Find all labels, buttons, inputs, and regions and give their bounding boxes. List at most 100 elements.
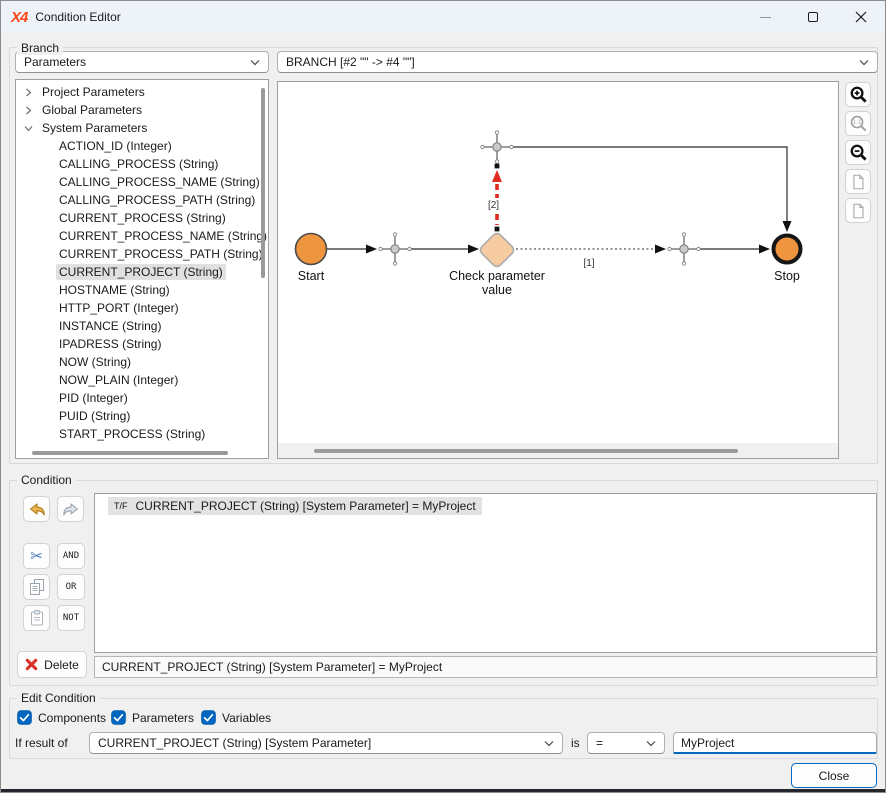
arrowhead-icon [366,245,377,254]
connector-node[interactable] [379,233,411,265]
fit-width-button[interactable] [845,198,871,223]
branch-dropdown[interactable]: BRANCH [#2 "" -> #4 ""] [277,51,878,73]
tree-item-label: START_PROCESS (String) [56,426,208,442]
tree-item[interactable]: NOW (String) [16,353,258,371]
connector-node[interactable] [481,131,513,163]
close-window-button[interactable] [837,1,885,33]
variables-checkbox-label: Variables [222,711,271,725]
scissors-icon: ✂ [30,549,43,564]
zoom-out-icon [849,143,868,162]
tree-item-label: CALLING_PROCESS_NAME (String) [56,174,263,190]
condition-list[interactable]: T/F CURRENT_PROJECT (String) [System Par… [94,493,877,653]
chevron-down-icon [250,59,260,66]
checkbox-checked-icon [111,710,126,725]
condition-item-text: CURRENT_PROJECT (String) [System Paramet… [136,499,476,513]
edge-handle[interactable] [495,227,500,232]
tree-horizontal-scrollbar[interactable] [32,451,228,455]
fit-page-button[interactable] [845,169,871,194]
arrowhead-icon [655,245,666,254]
decision-node[interactable] [478,231,515,268]
tree-item-label: CURRENT_PROCESS (String) [56,210,229,226]
connector-node[interactable] [668,233,700,265]
arrowhead-icon [492,170,502,182]
components-checkbox[interactable]: Components [17,710,106,725]
and-operator-button[interactable]: AND [57,543,85,569]
process-diagram-canvas[interactable]: [1] [2] Start Check parameter value Sto [277,81,839,459]
parameters-checkbox-label: Parameters [132,711,194,725]
delete-button[interactable]: Delete [17,651,87,678]
redo-icon [61,500,81,518]
arrowhead-icon [759,245,770,254]
comparison-value-input[interactable] [673,732,877,754]
tree-item[interactable]: CURRENT_PROCESS_NAME (String) [16,227,258,245]
tree-item[interactable]: CALLING_PROCESS (String) [16,155,258,173]
zoom-in-button[interactable] [845,82,871,107]
tree-item-label: PID (Integer) [56,390,131,406]
maximize-button[interactable] [789,1,837,33]
chevron-down-icon [859,59,869,66]
tree-item[interactable]: HTTP_PORT (Integer) [16,299,258,317]
tree-vertical-scrollbar[interactable] [261,88,265,278]
parameters-checkbox[interactable]: Parameters [111,710,194,725]
not-operator-button[interactable]: NOT [57,605,85,631]
tree-item[interactable]: CALLING_PROCESS_NAME (String) [16,173,258,191]
condition-item-type: T/F [114,501,128,511]
zoom-actual-size-button[interactable]: 1:1 [845,111,871,136]
tree-item[interactable]: Global Parameters [16,101,258,119]
tree-item[interactable]: Project Parameters [16,83,258,101]
tree-item[interactable]: START_PROCESS (String) [16,425,258,443]
tree-item[interactable]: CURRENT_PROCESS_PATH (String) [16,245,258,263]
edge-handle[interactable] [495,164,500,169]
minimize-icon [760,17,771,18]
copy-icon [28,578,46,596]
tree-item-label: NOW (String) [56,354,134,370]
tree-item[interactable]: CALLING_PROCESS_PATH (String) [16,191,258,209]
edge-merge-to-stop[interactable] [513,147,787,221]
tree-item-label: CURRENT_PROCESS_PATH (String) [56,246,266,262]
start-node[interactable] [296,234,327,265]
condition-parameter-value: CURRENT_PROJECT (String) [System Paramet… [98,736,538,750]
arrowhead-icon [468,245,479,254]
tree-item[interactable]: CURRENT_PROJECT (String) [16,263,258,281]
chevron-right-icon [24,88,33,97]
copy-button[interactable] [23,574,50,600]
tree-item[interactable]: NOW_PLAIN (Integer) [16,371,258,389]
tree-item[interactable]: PUID (String) [16,407,258,425]
start-node-label: Start [277,269,366,283]
tree-item[interactable]: ACTION_ID (Integer) [16,137,258,155]
tree-item[interactable]: PID (Integer) [16,389,258,407]
tree-item[interactable]: CURRENT_PROCESS (String) [16,209,258,227]
cut-button[interactable]: ✂ [23,543,50,569]
close-button[interactable]: Close [791,763,877,788]
decision-node-label: Check parameter value [442,269,552,297]
zoom-out-button[interactable] [845,140,871,165]
stop-node-label: Stop [732,269,839,283]
fit-page-icon [849,173,867,191]
if-result-of-label: If result of [15,736,68,750]
variables-checkbox[interactable]: Variables [201,710,271,725]
zoom-actual-size-icon: 1:1 [849,114,868,133]
paste-button[interactable] [23,605,50,631]
stop-node[interactable] [774,236,801,263]
condition-list-item[interactable]: T/F CURRENT_PROJECT (String) [System Par… [108,497,482,515]
condition-group-label: Condition [17,473,76,487]
tree-item[interactable]: HOSTNAME (String) [16,281,258,299]
comparison-operator-dropdown[interactable]: = [587,732,665,754]
tree-item-label: System Parameters [39,120,150,136]
tree-item-label: Global Parameters [39,102,145,118]
condition-editor-dialog: X4 Condition Editor Branch Parameters BR… [0,0,886,793]
tree-item-label: PUID (String) [56,408,133,424]
condition-parameter-dropdown[interactable]: CURRENT_PROJECT (String) [System Paramet… [89,732,563,754]
tree-item[interactable]: System Parameters [16,119,258,137]
branch-dropdown-value: BRANCH [#2 "" -> #4 ""] [286,55,853,69]
minimize-button[interactable] [741,1,789,33]
diagram-horizontal-scrollbar[interactable] [314,449,738,453]
tree-item[interactable]: INSTANCE (String) [16,317,258,335]
parameter-tree-panel: Project ParametersGlobal Parameters Syste… [15,79,269,459]
tree-item-label: CALLING_PROCESS_PATH (String) [56,192,258,208]
undo-button[interactable] [23,496,50,522]
tree-item[interactable]: IPADRESS (String) [16,335,258,353]
redo-button[interactable] [57,496,84,522]
edge-label-branch-1: [1] [583,258,594,269]
or-operator-button[interactable]: OR [57,574,85,600]
